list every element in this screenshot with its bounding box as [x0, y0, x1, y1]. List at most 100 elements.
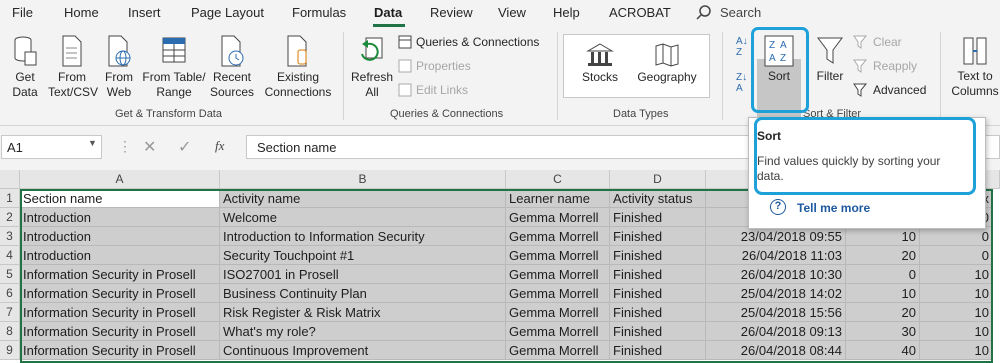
cell-c-row-7[interactable]: Gemma Morrell [506, 303, 610, 322]
cell-f-row-8[interactable]: 30 [846, 322, 920, 341]
cell-e-row-5[interactable]: 26/04/2018 10:30 [706, 265, 846, 284]
cell-b-row-1[interactable]: Activity name [220, 189, 506, 208]
cell-a-row-2[interactable]: Introduction [20, 208, 220, 227]
cell-b-row-7[interactable]: Risk Register & Risk Matrix [220, 303, 506, 322]
clear-button[interactable]: Clear [853, 35, 902, 49]
cell-a-row-7[interactable]: Information Security in Prosell [20, 303, 220, 322]
cell-e-row-6[interactable]: 25/04/2018 14:02 [706, 284, 846, 303]
edit-links-button[interactable]: Edit Links [398, 83, 468, 97]
queries-connections-button[interactable]: Queries & Connections [398, 35, 539, 49]
row-header[interactable]: 9 [0, 341, 20, 360]
cell-e-row-7[interactable]: 25/04/2018 15:56 [706, 303, 846, 322]
cell-d-row-9[interactable]: Finished [610, 341, 706, 360]
cell-b-row-9[interactable]: Continuous Improvement [220, 341, 506, 360]
cell-c-row-9[interactable]: Gemma Morrell [506, 341, 610, 360]
cell-g-row-4[interactable]: 0 [920, 246, 993, 265]
from-text-csv-button[interactable]: From Text/CSV [48, 34, 98, 100]
cell-b-row-6[interactable]: Business Continuity Plan [220, 284, 506, 303]
cell-g-row-6[interactable]: 10 [920, 284, 993, 303]
cell-f-row-4[interactable]: 20 [846, 246, 920, 265]
cell-a-row-1[interactable]: Section name [20, 189, 220, 208]
cell-b-row-8[interactable]: What's my role? [220, 322, 506, 341]
cell-g-row-7[interactable]: 10 [920, 303, 993, 322]
row-header[interactable]: 7 [0, 303, 20, 322]
row-header[interactable]: 5 [0, 265, 20, 284]
cell-b-row-5[interactable]: ISO27001 in Prosell [220, 265, 506, 284]
reapply-button[interactable]: Reapply [853, 59, 917, 73]
cell-b-row-3[interactable]: Introduction to Information Security [220, 227, 506, 246]
get-data-button[interactable]: Get Data [6, 34, 44, 100]
row-header[interactable]: 2 [0, 208, 20, 227]
cell-d-row-7[interactable]: Finished [610, 303, 706, 322]
cell-a-row-6[interactable]: Information Security in Prosell [20, 284, 220, 303]
cell-f-row-9[interactable]: 40 [846, 341, 920, 360]
tab-page-layout[interactable]: Page Layout [191, 5, 264, 20]
geography-button[interactable]: Geography [636, 42, 698, 85]
cell-g-row-5[interactable]: 10 [920, 265, 993, 284]
row-header[interactable]: 6 [0, 284, 20, 303]
cell-f-row-6[interactable]: 10 [846, 284, 920, 303]
cell-e-row-3[interactable]: 23/04/2018 09:55 [706, 227, 846, 246]
search-label[interactable]: Search [720, 5, 761, 20]
from-web-button[interactable]: From Web [100, 34, 138, 100]
tab-acrobat[interactable]: ACROBAT [609, 5, 671, 20]
tab-home[interactable]: Home [64, 5, 99, 20]
tell-me-more-link[interactable]: Tell me more [797, 201, 870, 215]
select-all-corner[interactable] [0, 170, 20, 189]
row-header[interactable]: 1 [0, 189, 20, 208]
column-header[interactable]: B [220, 170, 506, 189]
properties-button[interactable]: Properties [398, 59, 471, 73]
cell-a-row-5[interactable]: Information Security in Prosell [20, 265, 220, 284]
cell-d-row-4[interactable]: Finished [610, 246, 706, 265]
filter-button[interactable]: Filter [813, 35, 847, 84]
tab-help[interactable]: Help [553, 5, 580, 20]
sort-a-z-button[interactable]: A↓ Z [736, 36, 748, 58]
tab-view[interactable]: View [498, 5, 526, 20]
cell-a-row-9[interactable]: Information Security in Prosell [20, 341, 220, 360]
name-box[interactable]: A1 [1, 135, 102, 159]
cell-a-row-4[interactable]: Introduction [20, 246, 220, 265]
cancel-icon[interactable]: ✕ [143, 137, 156, 157]
tab-insert[interactable]: Insert [128, 5, 161, 20]
cell-f-row-5[interactable]: 0 [846, 265, 920, 284]
chevron-down-icon[interactable]: ▼ [88, 138, 97, 148]
cell-e-row-9[interactable]: 26/04/2018 08:44 [706, 341, 846, 360]
insert-function-icon[interactable]: fx [215, 138, 224, 154]
advanced-button[interactable]: Advanced [853, 83, 926, 97]
cell-d-row-2[interactable]: Finished [610, 208, 706, 227]
text-to-columns-button[interactable]: Text to Columns [950, 35, 1000, 99]
help-icon[interactable]: ? [770, 199, 786, 215]
cell-c-row-8[interactable]: Gemma Morrell [506, 322, 610, 341]
cell-d-row-1[interactable]: Activity status [610, 189, 706, 208]
tab-file[interactable]: File [12, 5, 33, 20]
cell-b-row-4[interactable]: Security Touchpoint #1 [220, 246, 506, 265]
row-header[interactable]: 4 [0, 246, 20, 265]
column-header[interactable]: A [20, 170, 220, 189]
from-table-range-button[interactable]: From Table/ Range [140, 34, 208, 100]
cell-g-row-8[interactable]: 10 [920, 322, 993, 341]
cell-a-row-3[interactable]: Introduction [20, 227, 220, 246]
cell-d-row-8[interactable]: Finished [610, 322, 706, 341]
tab-data[interactable]: Data [374, 5, 402, 20]
cell-e-row-8[interactable]: 26/04/2018 09:13 [706, 322, 846, 341]
cell-b-row-2[interactable]: Welcome [220, 208, 506, 227]
cell-g-row-9[interactable]: 10 [920, 341, 993, 360]
cell-d-row-6[interactable]: Finished [610, 284, 706, 303]
row-header[interactable]: 3 [0, 227, 20, 246]
cell-f-row-7[interactable]: 20 [846, 303, 920, 322]
column-header[interactable]: D [610, 170, 706, 189]
confirm-icon[interactable]: ✓ [178, 137, 191, 157]
cell-c-row-2[interactable]: Gemma Morrell [506, 208, 610, 227]
row-header[interactable]: 8 [0, 322, 20, 341]
cell-c-row-3[interactable]: Gemma Morrell [506, 227, 610, 246]
cell-c-row-5[interactable]: Gemma Morrell [506, 265, 610, 284]
cell-e-row-4[interactable]: 26/04/2018 11:03 [706, 246, 846, 265]
cell-d-row-3[interactable]: Finished [610, 227, 706, 246]
cell-c-row-4[interactable]: Gemma Morrell [506, 246, 610, 265]
cell-a-row-8[interactable]: Information Security in Prosell [20, 322, 220, 341]
sort-z-a-button[interactable]: Z↓ A [736, 72, 747, 94]
stocks-button[interactable]: Stocks [574, 42, 626, 85]
column-header[interactable]: C [506, 170, 610, 189]
refresh-all-button[interactable]: Refresh All [350, 34, 394, 100]
tab-formulas[interactable]: Formulas [292, 5, 346, 20]
